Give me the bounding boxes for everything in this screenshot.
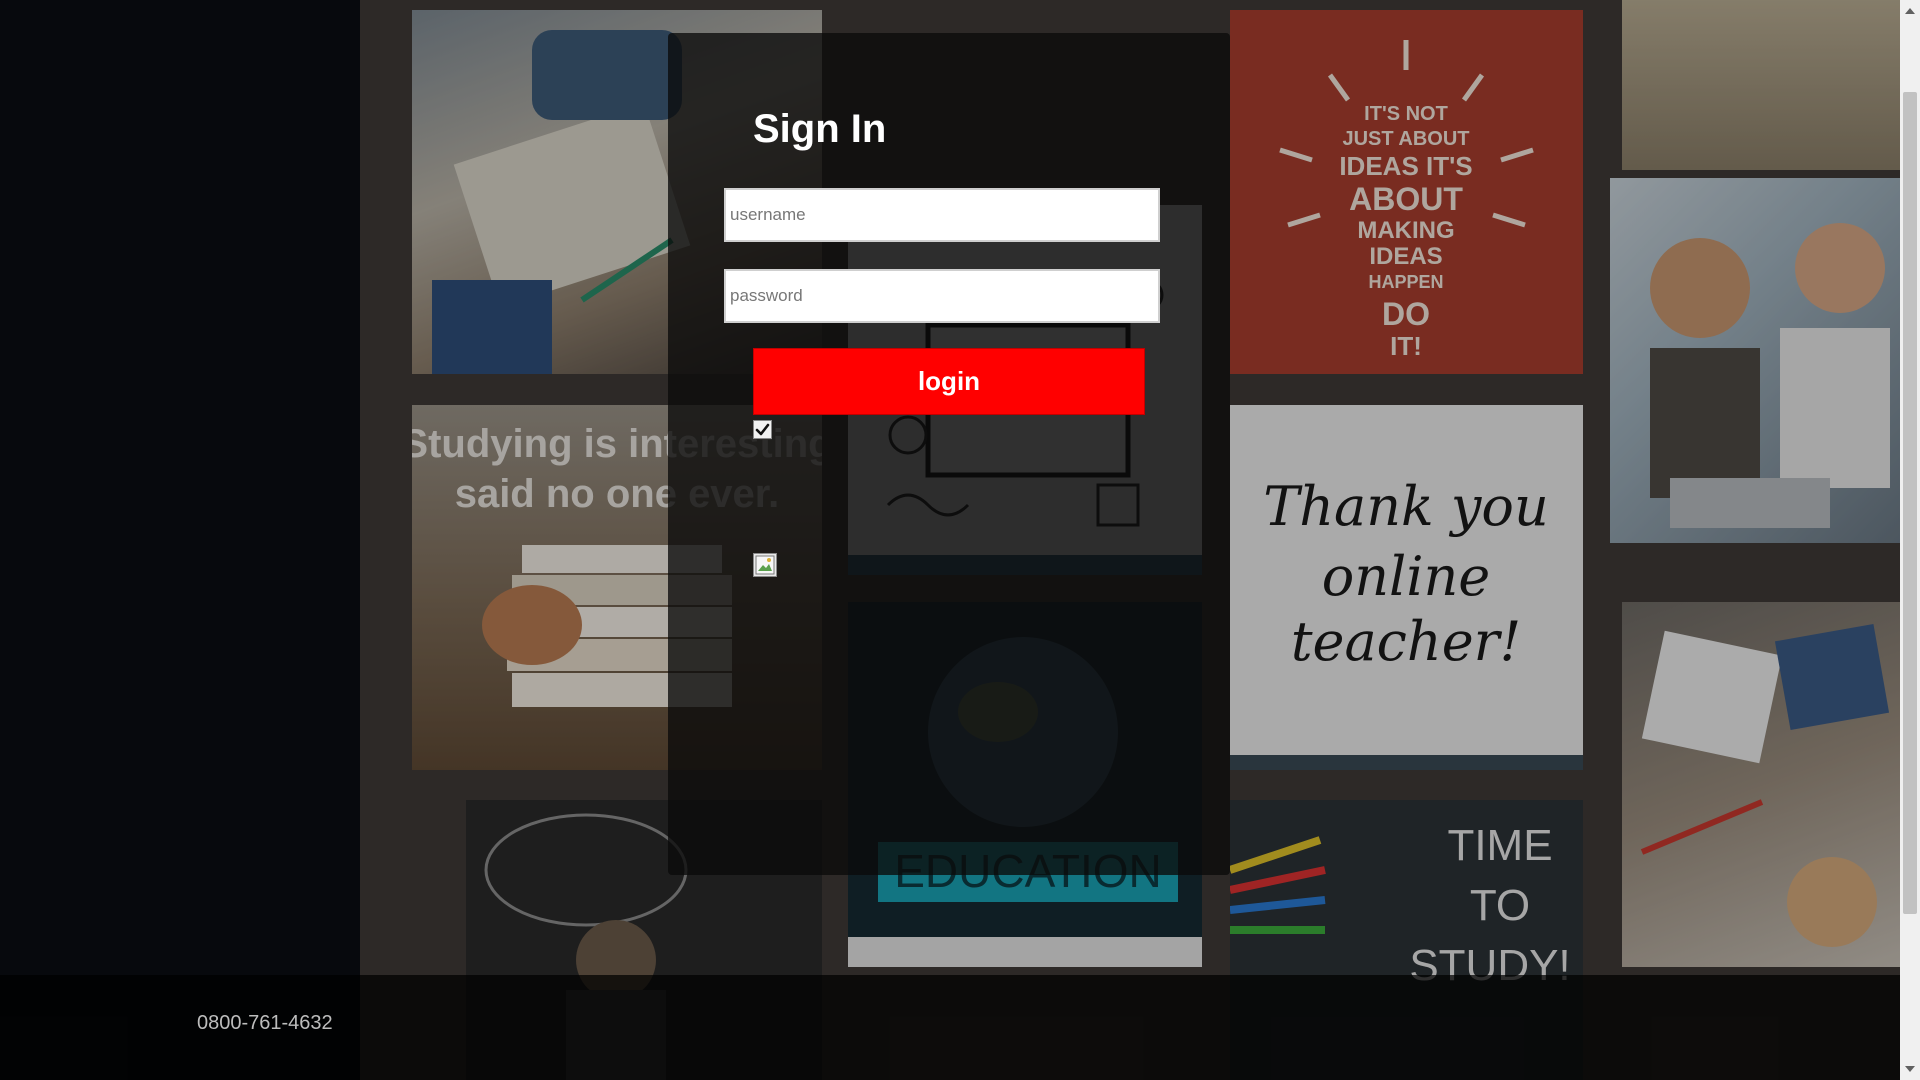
svg-text:Thank you: Thank you [1263,475,1548,538]
footer-phone: 0800-761-4632 [197,1012,333,1034]
login-button[interactable]: login [753,348,1145,415]
desk-supplies-art [1640,624,1890,947]
desk-supplies-photo [1622,602,1900,967]
scroll-down-arrow-icon[interactable] [1905,1066,1915,1072]
svg-text:IDEAS IT'S: IDEAS IT'S [1339,151,1472,181]
svg-text:teacher!: teacher! [1291,610,1521,673]
thank-you-card-art: Thank you online teacher! [1230,475,1583,770]
map-photo [1622,0,1900,170]
page-title: Sign In [753,107,887,151]
svg-text:JUST ABOUT: JUST ABOUT [1342,128,1469,150]
svg-text:IDEAS: IDEAS [1369,243,1442,270]
image-placeholder-icon [755,555,775,575]
scrollbar-thumb[interactable] [1903,92,1917,914]
remember-checkbox[interactable] [753,420,772,439]
scroll-up-arrow-icon[interactable] [1905,8,1915,14]
svg-text:TO: TO [1470,881,1530,930]
svg-text:MAKING: MAKING [1357,217,1454,244]
password-input[interactable] [724,269,1160,323]
login-panel [668,33,1230,875]
svg-text:IT'S NOT: IT'S NOT [1364,103,1448,125]
svg-text:online: online [1322,545,1491,608]
thank-you-teacher-card: Thank you online teacher! [1230,405,1583,770]
svg-text:HAPPEN: HAPPEN [1368,272,1443,292]
students-laptop-art [1650,223,1890,528]
svg-text:ABOUT: ABOUT [1349,181,1463,217]
ideas-quote-poster: IT'S NOT JUST ABOUT IDEAS IT'S ABOUT MAK… [1230,10,1583,374]
ideas-poster-art: IT'S NOT JUST ABOUT IDEAS IT'S ABOUT MAK… [1279,40,1534,361]
username-input[interactable] [724,188,1160,242]
svg-text:DO: DO [1382,296,1430,332]
checkmark-icon [755,423,770,436]
broken-image-icon [753,553,777,577]
students-laptop-photo [1610,178,1900,543]
svg-text:TIME: TIME [1447,821,1552,870]
svg-text:IT!: IT! [1390,331,1422,361]
